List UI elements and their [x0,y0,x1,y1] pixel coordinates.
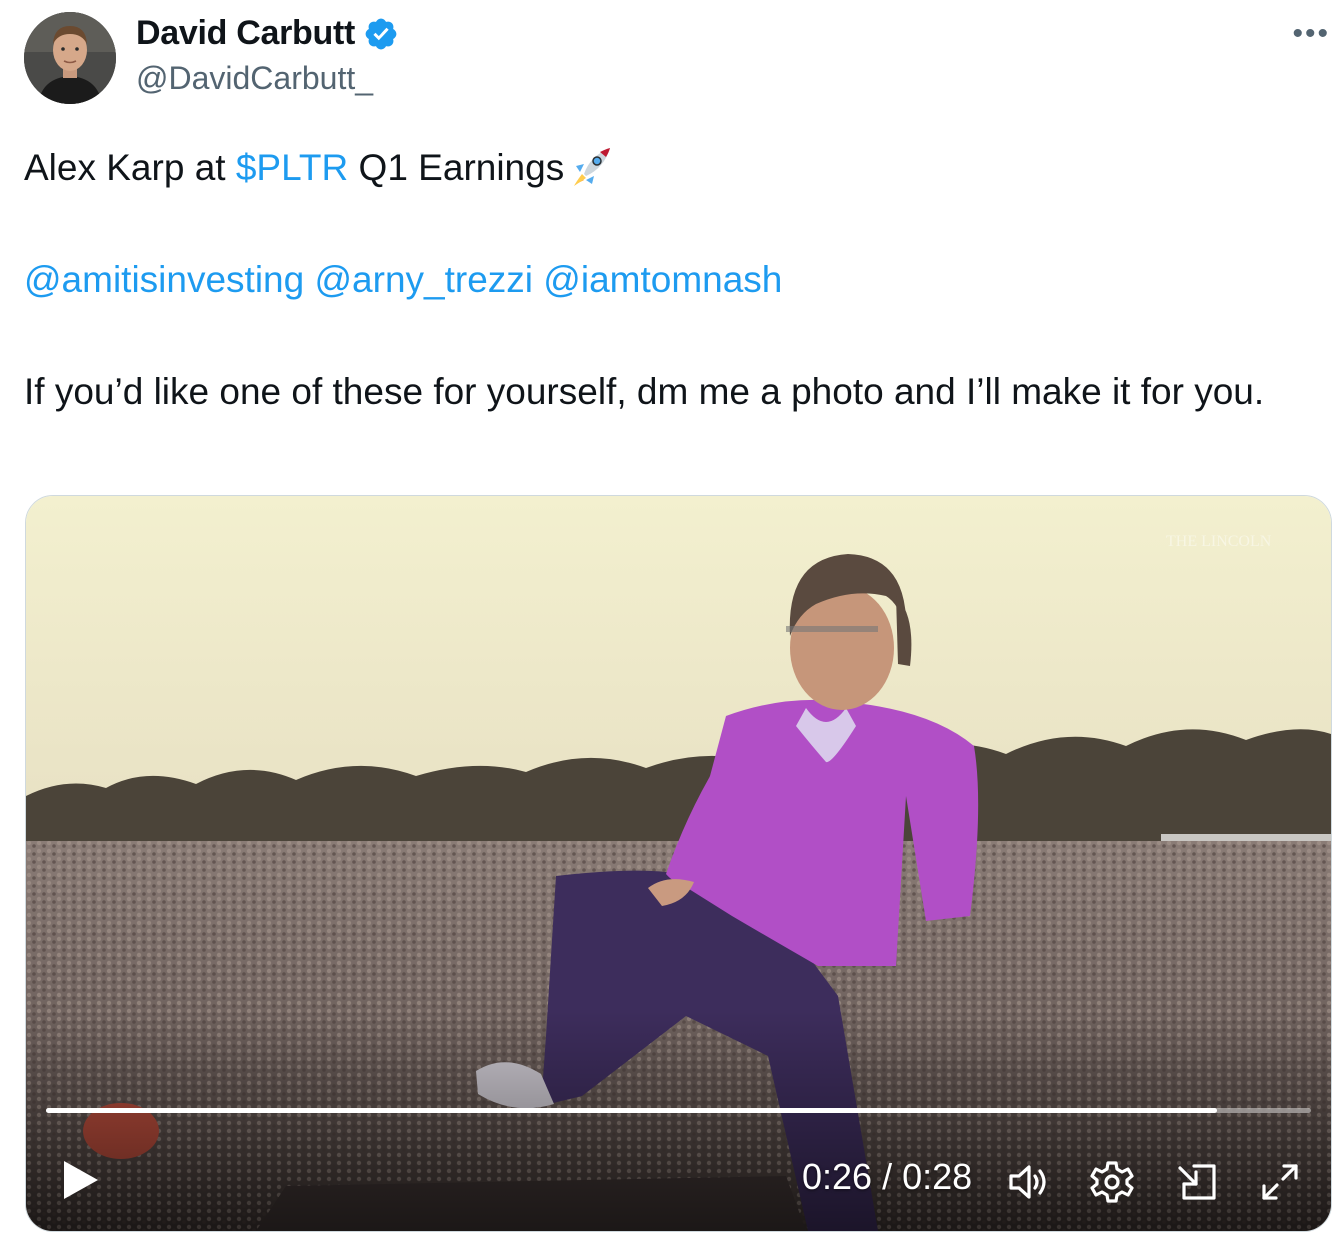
video-player[interactable]: THE LINCOLN 0:26 / 0:28 [25,495,1332,1232]
mentions-line: @amitisinvesting @arny_trezzi @iamtomnas… [24,252,1314,308]
settings-icon[interactable] [1088,1158,1136,1206]
volume-icon[interactable] [1004,1158,1052,1206]
tweet-prefix: Alex Karp at [24,147,236,188]
tweet-suffix: Q1 Earnings [348,147,565,188]
tweet-body: If you’d like one of these for yourself,… [24,371,1265,412]
more-options-icon[interactable]: ••• [1292,19,1330,49]
cashtag-link[interactable]: $PLTR [236,147,348,188]
video-frame: THE LINCOLN [26,496,1331,1231]
avatar[interactable] [24,12,116,104]
progress-bar[interactable] [46,1108,1311,1113]
progress-fill [46,1108,1218,1113]
mention-link[interactable]: @arny_trezzi [315,259,534,300]
tweet-line-1: Alex Karp at $PLTR Q1 Earnings [24,140,1314,196]
mention-link[interactable]: @iamtomnash [543,259,782,300]
pop-out-icon[interactable] [1174,1158,1222,1206]
fullscreen-icon[interactable] [1256,1158,1304,1206]
time-readout: 0:26 / 0:28 [802,1156,973,1197]
author-handle[interactable]: @DavidCarbutt_ [136,60,373,97]
video-controls: 0:26 / 0:28 [26,1146,1331,1216]
author-name[interactable]: David Carbutt [136,14,355,53]
play-icon[interactable] [60,1158,100,1202]
verified-badge-icon[interactable] [363,16,399,52]
author-name-row[interactable]: David Carbutt [136,14,399,53]
tweet-text: Alex Karp at $PLTR Q1 Earnings @amitisin… [24,140,1314,420]
rocket-icon [570,144,614,188]
mention-link[interactable]: @amitisinvesting [24,259,304,300]
